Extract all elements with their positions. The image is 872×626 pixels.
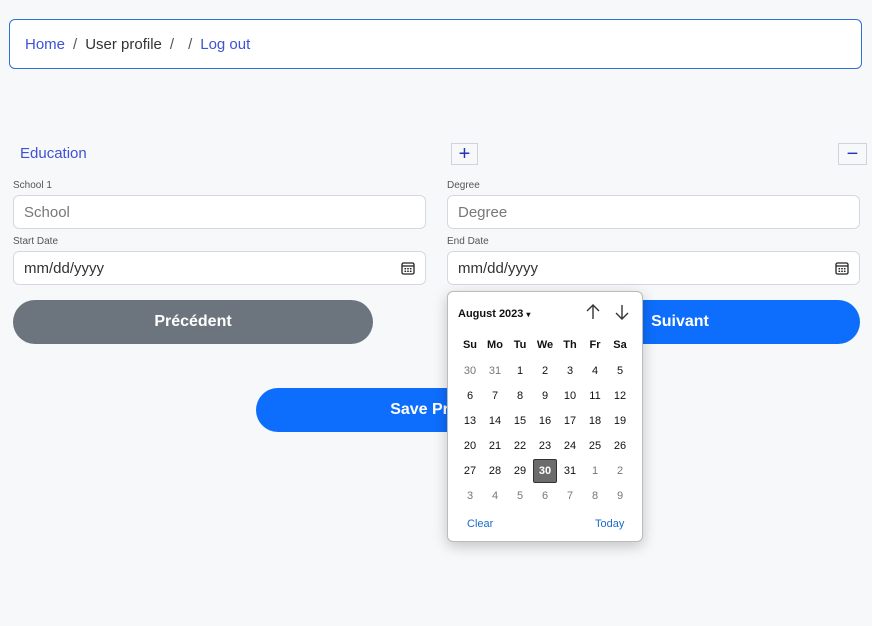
calendar-day[interactable]: 9	[533, 386, 557, 406]
month-year-label: August 2023	[458, 308, 524, 320]
end-date-value: mm/dd/yyyy	[458, 259, 539, 277]
education-title: Education	[20, 145, 87, 162]
calendar-day[interactable]: 26	[608, 436, 632, 456]
school-label: School 1	[13, 180, 52, 191]
weekday-label: Tu	[513, 339, 527, 351]
breadcrumb-user-profile: User profile	[85, 35, 162, 53]
calendar-day[interactable]: 2	[608, 461, 632, 481]
weekday-label: We	[536, 339, 554, 351]
calendar-day[interactable]: 21	[483, 436, 507, 456]
today-button[interactable]: Today	[595, 518, 624, 530]
calendar-day[interactable]: 1	[583, 461, 607, 481]
previous-button[interactable]: Précédent	[13, 300, 373, 344]
calendar-day[interactable]: 22	[508, 436, 532, 456]
calendar-day[interactable]: 3	[458, 486, 482, 506]
calendar-day[interactable]: 29	[508, 461, 532, 481]
breadcrumb-separator: /	[188, 35, 193, 53]
weekday-label: Su	[462, 339, 478, 351]
start-date-label: Start Date	[13, 236, 59, 247]
calendar-icon[interactable]	[835, 261, 849, 275]
weekday-label: Fr	[589, 339, 601, 351]
calendar-day[interactable]: 30	[458, 361, 482, 381]
calendar-day[interactable]: 2	[533, 361, 557, 381]
breadcrumb-home-link[interactable]: Home	[25, 36, 65, 53]
end-date-label: End Date	[447, 236, 489, 247]
calendar-day[interactable]: 4	[583, 361, 607, 381]
calendar-day[interactable]: 25	[583, 436, 607, 456]
calendar-icon[interactable]	[401, 261, 415, 275]
weekday-label: Mo	[487, 339, 503, 351]
calendar-day[interactable]: 7	[483, 386, 507, 406]
calendar-day[interactable]: 23	[533, 436, 557, 456]
calendar-day[interactable]: 20	[458, 436, 482, 456]
calendar-day[interactable]: 5	[608, 361, 632, 381]
calendar-day[interactable]: 4	[483, 486, 507, 506]
calendar-day[interactable]: 14	[483, 411, 507, 431]
calendar-day[interactable]: 24	[558, 436, 582, 456]
calendar-day[interactable]: 6	[533, 486, 557, 506]
remove-education-button[interactable]: −	[838, 143, 867, 165]
calendar-day[interactable]: 13	[458, 411, 482, 431]
breadcrumb-separator: /	[73, 35, 78, 53]
weekday-label: Sa	[613, 339, 627, 351]
calendar-day[interactable]: 9	[608, 486, 632, 506]
calendar-day[interactable]: 12	[608, 386, 632, 406]
degree-input[interactable]	[447, 195, 860, 229]
breadcrumb-logout-link[interactable]: Log out	[200, 36, 250, 53]
degree-label: Degree	[447, 180, 480, 191]
calendar-day-selected[interactable]: 30	[533, 459, 557, 483]
calendar-day[interactable]: 18	[583, 411, 607, 431]
datepicker-header: August 2023 ▾	[458, 304, 634, 322]
breadcrumb-separator: /	[169, 35, 175, 53]
calendar-day[interactable]: 7	[558, 486, 582, 506]
school-input[interactable]	[13, 195, 426, 229]
calendar-day[interactable]: 16	[533, 411, 557, 431]
calendar-day[interactable]: 8	[583, 486, 607, 506]
month-year-selector[interactable]: August 2023 ▾	[458, 308, 530, 320]
calendar-day[interactable]: 8	[508, 386, 532, 406]
clear-date-button[interactable]: Clear	[467, 518, 493, 530]
end-date-input[interactable]: mm/dd/yyyy	[447, 251, 860, 285]
add-education-button[interactable]: +	[451, 143, 478, 165]
calendar-day[interactable]: 3	[558, 361, 582, 381]
breadcrumb: Home / User profile / / Log out	[9, 19, 862, 69]
calendar-day[interactable]: 31	[483, 361, 507, 381]
calendar-day[interactable]: 11	[583, 386, 607, 406]
calendar-day[interactable]: 5	[508, 486, 532, 506]
calendar-day[interactable]: 31	[558, 461, 582, 481]
calendar-day[interactable]: 6	[458, 386, 482, 406]
start-date-input[interactable]: mm/dd/yyyy	[13, 251, 426, 285]
calendar-day[interactable]: 1	[508, 361, 532, 381]
calendar-day[interactable]: 17	[558, 411, 582, 431]
arrow-up-icon[interactable]	[584, 302, 602, 322]
datepicker-popup: August 2023 ▾ Su Mo Tu We Th Fr Sa 30 31 …	[447, 291, 643, 542]
caret-down-icon: ▾	[526, 310, 531, 319]
arrow-down-icon[interactable]	[613, 302, 631, 322]
calendar-day[interactable]: 27	[458, 461, 482, 481]
calendar-day[interactable]: 19	[608, 411, 632, 431]
calendar-day[interactable]: 28	[483, 461, 507, 481]
start-date-value: mm/dd/yyyy	[24, 259, 105, 277]
calendar-day[interactable]: 10	[558, 386, 582, 406]
weekday-label: Th	[563, 339, 577, 351]
calendar-day[interactable]: 15	[508, 411, 532, 431]
